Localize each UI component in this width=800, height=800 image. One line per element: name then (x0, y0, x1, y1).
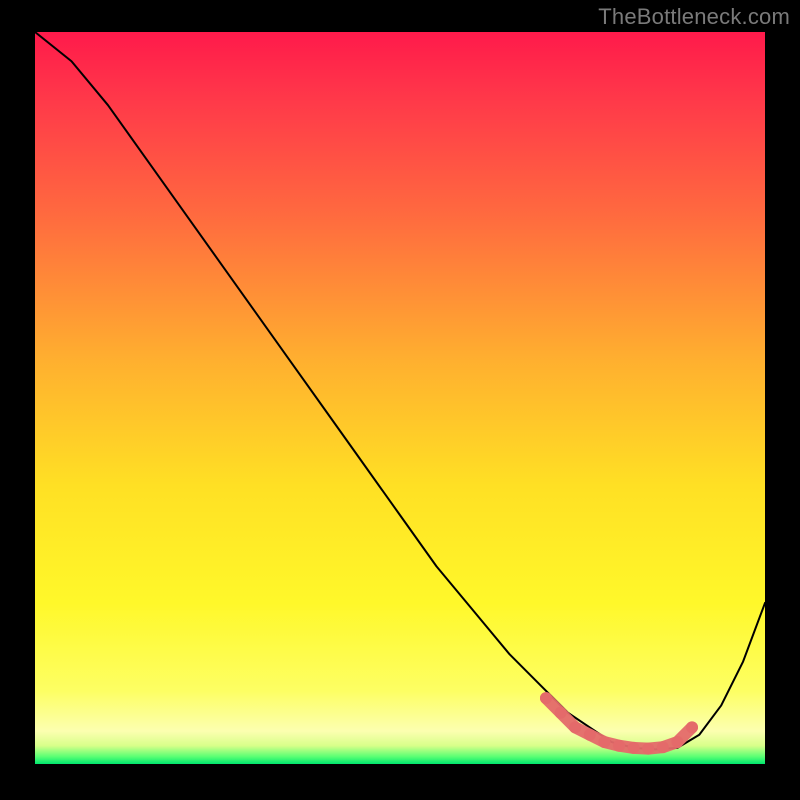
plot-area (35, 32, 765, 764)
background-gradient (35, 32, 765, 764)
attribution-text: TheBottleneck.com (598, 4, 790, 30)
chart-container: TheBottleneck.com (0, 0, 800, 800)
